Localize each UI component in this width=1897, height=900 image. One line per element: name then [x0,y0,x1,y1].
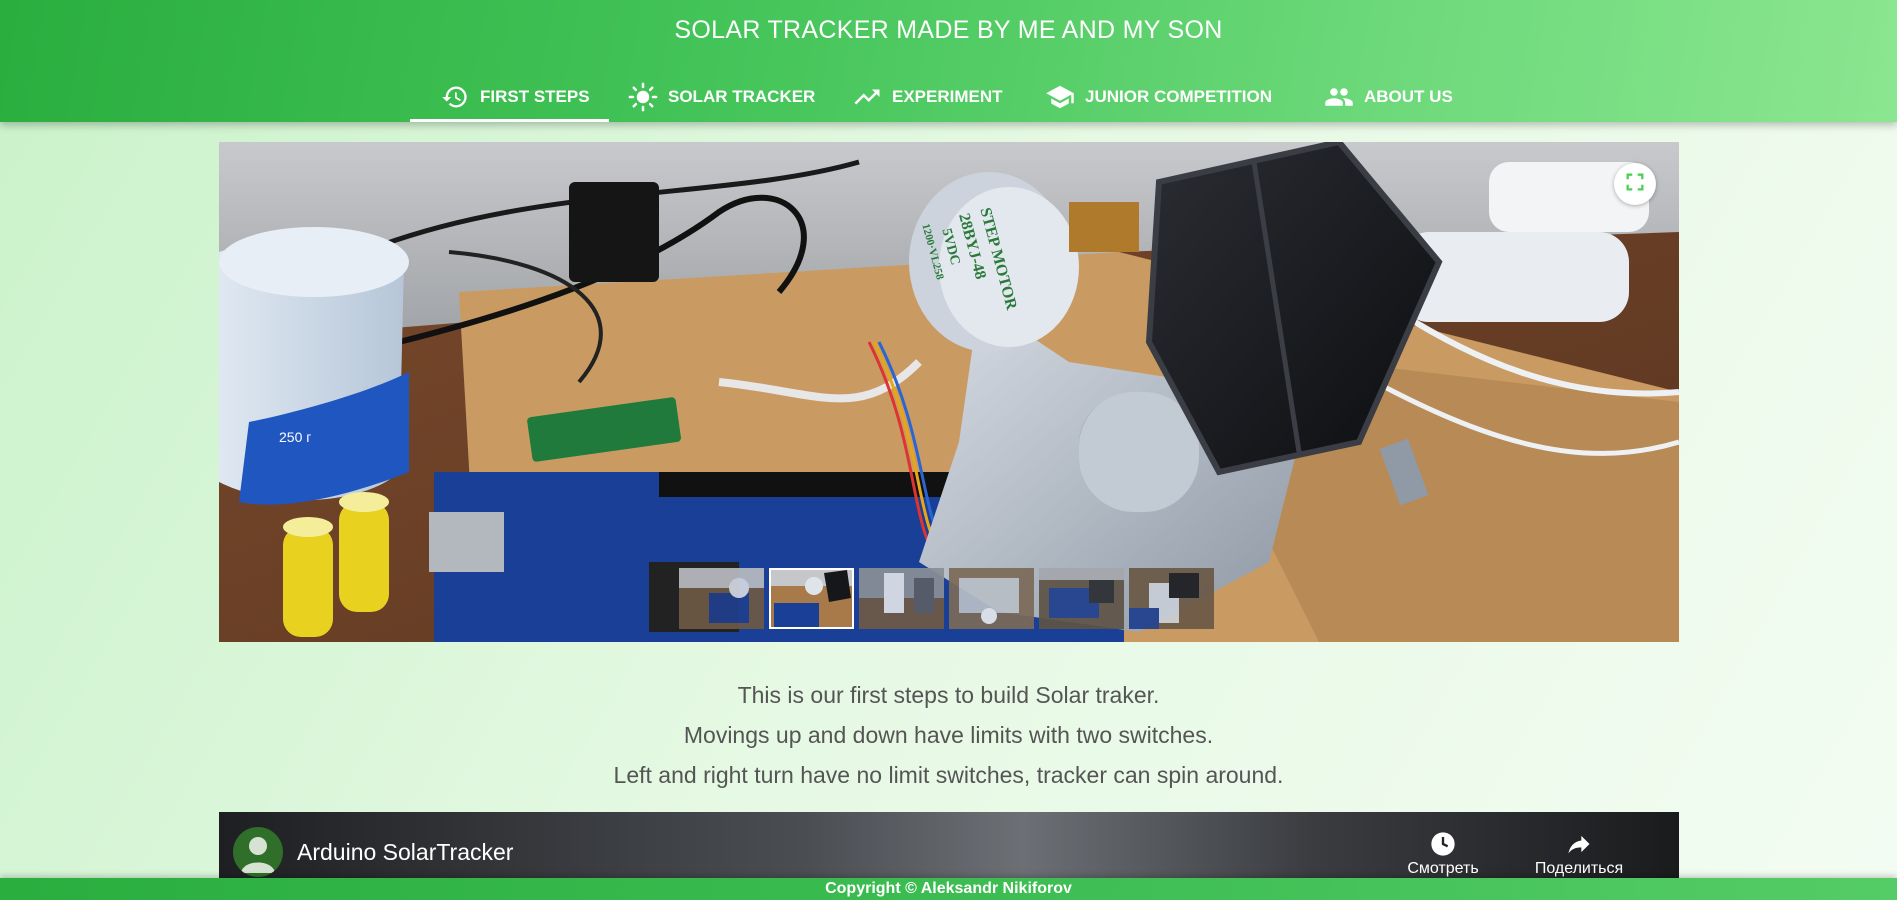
description-line: Left and right turn have no limit switch… [613,762,1284,788]
gallery-thumbnail[interactable] [679,568,764,629]
gallery-thumbnail-active[interactable] [769,568,854,629]
fullscreen-button[interactable] [1614,163,1656,205]
gallery-thumbnail[interactable] [949,568,1034,629]
nav-item-experiment[interactable]: EXPERIMENT [852,72,1003,122]
people-icon [1324,82,1354,112]
nav-item-label: FIRST STEPS [480,87,590,106]
nav-item-first-steps[interactable]: FIRST STEPS [410,72,609,122]
school-icon [1045,82,1075,112]
description-line: Movings up and down have limits with two… [683,722,1214,748]
gallery-photo: 250 г STEP MOTOR 28BYJ-48 5VDC 1200·VL25… [219,142,1679,642]
photo-gallery[interactable]: 250 г STEP MOTOR 28BYJ-48 5VDC 1200·VL25… [219,142,1679,642]
nav-item-label: ABOUT US [1364,87,1453,106]
nav-item-label: EXPERIMENT [892,87,1003,106]
fullscreen-icon [1624,171,1646,198]
description-line: This is our first steps to build Solar t… [737,682,1160,708]
cup-label-text: 250 г [279,429,311,445]
gallery-thumbnail[interactable] [859,568,944,629]
nav-item-junior-competition[interactable]: JUNIOR COMPETITION [1045,72,1272,122]
share-button[interactable]: Поделиться [1519,830,1639,878]
gallery-thumbnail[interactable] [1039,568,1124,629]
nav-item-about-us[interactable]: ABOUT US [1324,72,1453,122]
nav-item-label: JUNIOR COMPETITION [1085,87,1273,106]
site-footer: Copyright © Aleksandr Nikiforov [0,878,1897,900]
sun-icon [628,82,658,112]
copyright-text: Copyright © Aleksandr Nikiforov [825,880,1072,897]
gallery-thumbnail[interactable] [1129,568,1214,629]
page-description: This is our first steps to build Solar t… [0,675,1897,795]
share-icon [1565,830,1593,860]
share-label: Поделиться [1534,860,1624,877]
nav-item-label: SOLAR TRACKER [668,87,816,106]
site-header: SOLAR TRACKER MADE BY ME AND MY SON FIRS… [0,0,1897,122]
main-nav: FIRST STEPS SOLAR TRACKER EXPERIMENT JUN… [0,72,1897,122]
clock-icon [1429,830,1457,860]
channel-avatar[interactable] [233,827,283,877]
nav-item-solar-tracker[interactable]: SOLAR TRACKER [628,72,815,122]
video-title[interactable]: Arduino SolarTracker [297,839,513,866]
site-title: SOLAR TRACKER MADE BY ME AND MY SON [674,16,1223,44]
history-icon [440,82,470,112]
trending-up-icon [852,82,882,112]
thumbnail-strip [679,568,1214,629]
